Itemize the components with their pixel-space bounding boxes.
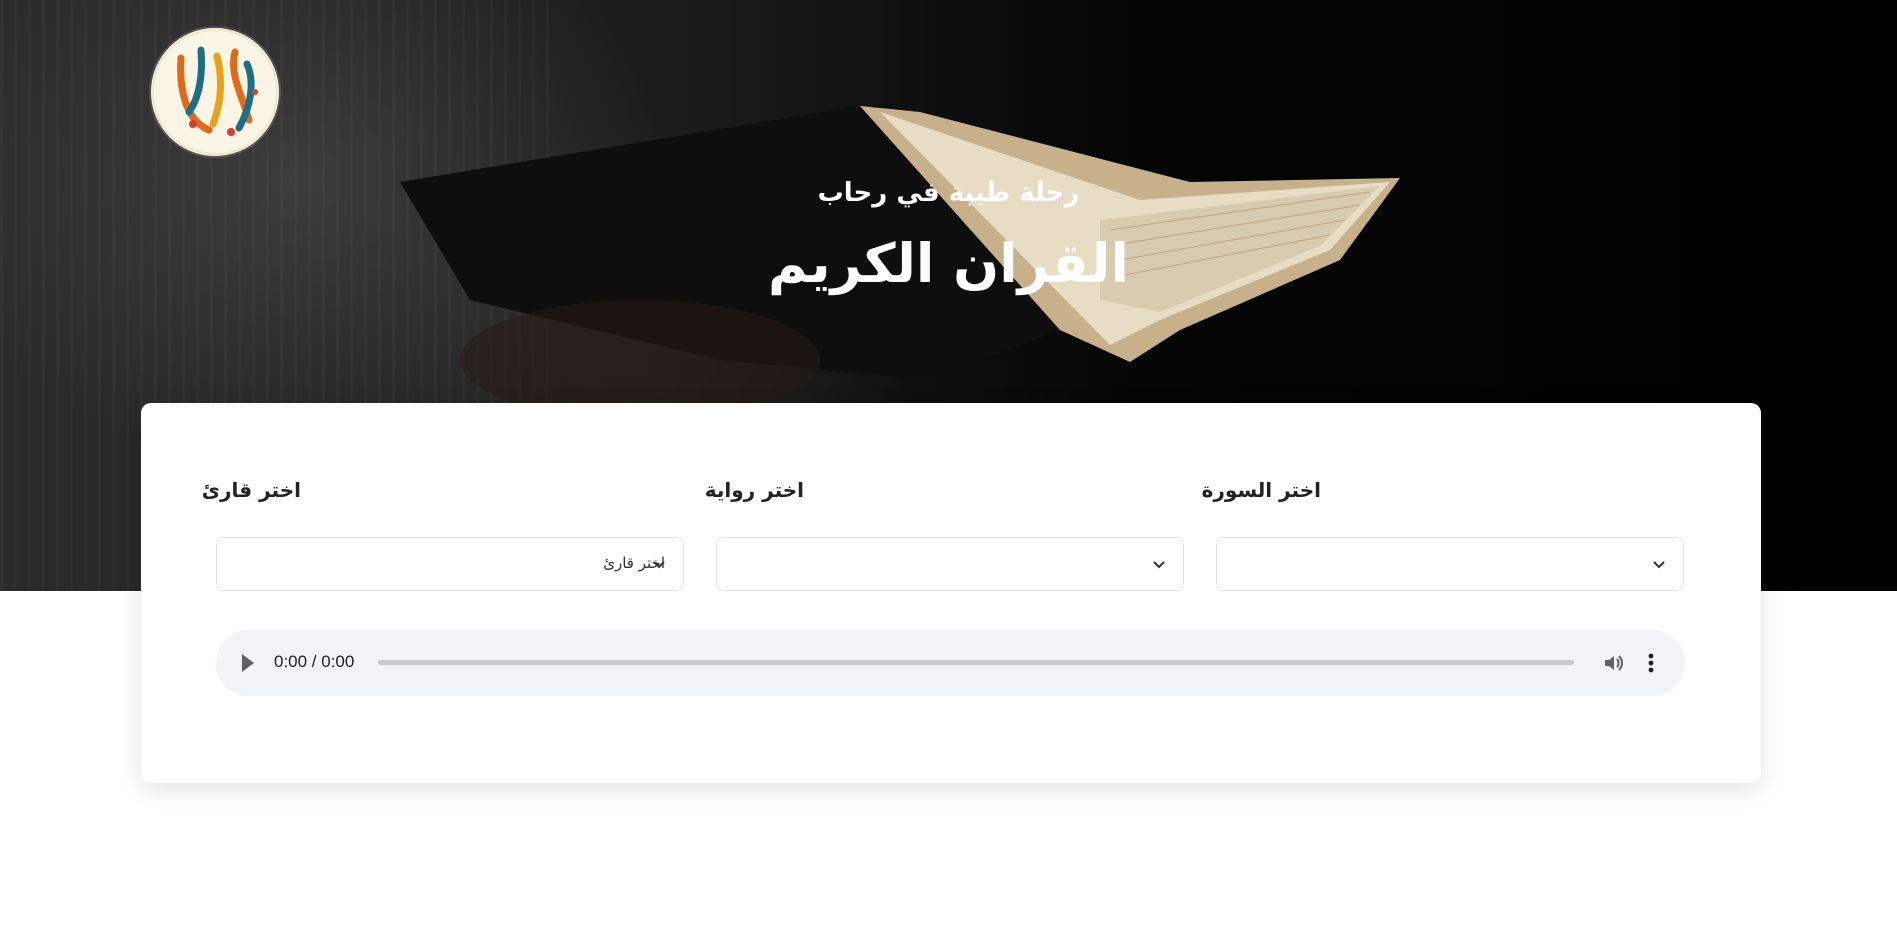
surah-select[interactable] [1216, 537, 1684, 591]
riwaya-label: اختر رواية [704, 478, 804, 502]
time-display: 0:00 / 0:00 [274, 652, 355, 671]
surah-label: اختر السورة [1201, 478, 1321, 502]
chevron-down-icon [1653, 561, 1665, 569]
play-icon[interactable] [242, 654, 254, 672]
more-vert-icon[interactable] [1648, 652, 1654, 674]
chevron-down-icon [653, 561, 665, 569]
seek-bar[interactable] [378, 660, 1574, 665]
audio-selection-card [141, 403, 1761, 783]
hero-subtitle: رحلة طيبة في رحاب [817, 178, 1080, 208]
volume-icon[interactable] [1602, 652, 1624, 674]
reciter-select-value: اختر قارئ [603, 554, 665, 572]
chevron-down-icon [1153, 561, 1165, 569]
audio-player: 0:00 / 0:00 [216, 630, 1685, 696]
hero-title: القران الكريم [767, 232, 1130, 295]
quran-calligraphy-logo[interactable] [151, 28, 279, 156]
reciter-label: اختر قارئ [201, 478, 301, 502]
riwaya-select[interactable] [716, 537, 1184, 591]
reciter-select[interactable]: اختر قارئ [216, 537, 684, 591]
